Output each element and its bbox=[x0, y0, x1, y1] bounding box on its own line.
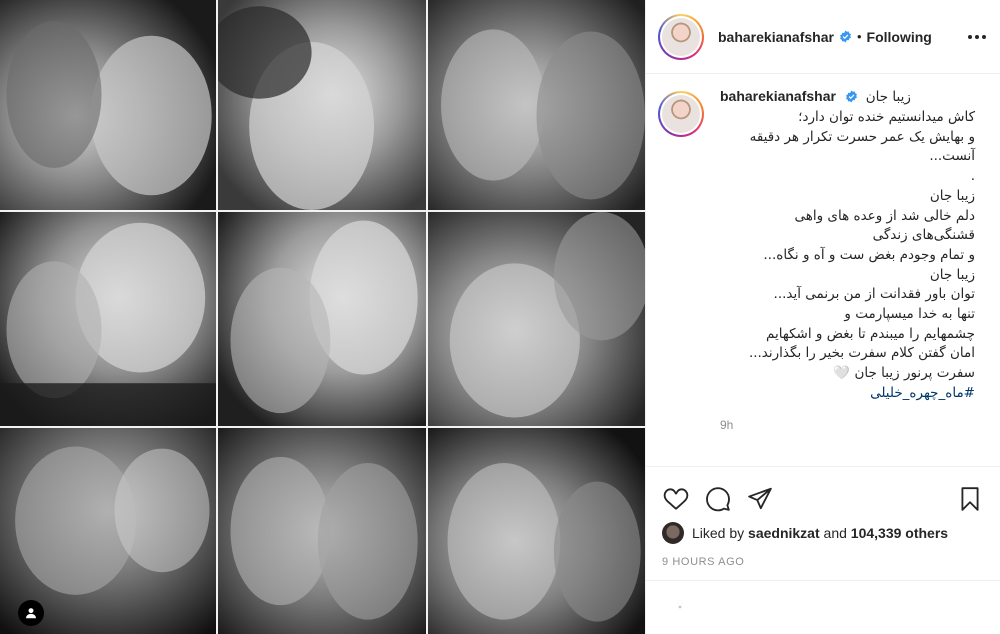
hashtag-link[interactable]: #ماه_چهره_خلیلی bbox=[720, 384, 975, 404]
separator-dot: • bbox=[856, 29, 862, 44]
caption-line: سفرت پرنور زیبا جان 🤍 bbox=[833, 365, 975, 382]
caption-line: زیبا جان bbox=[929, 187, 975, 204]
liker-avatar[interactable] bbox=[662, 522, 684, 544]
post-header: baharekianafshar • Following bbox=[646, 0, 1000, 74]
likes-summary: Liked by saednikzat and 104,339 others bbox=[662, 522, 986, 544]
username-link[interactable]: baharekianafshar bbox=[720, 88, 836, 104]
post-details-panel: baharekianafshar • Following baharekiana… bbox=[645, 0, 1000, 634]
caption-line: امان گفتن کلام سفرت بخیر را بگذارند... bbox=[748, 345, 975, 362]
collage-tile bbox=[218, 0, 428, 212]
caption-line: کاش میدانستیم خنده توان دارد؛ bbox=[798, 109, 975, 125]
share-button[interactable] bbox=[746, 485, 774, 513]
avatar[interactable] bbox=[658, 91, 704, 137]
like-button[interactable] bbox=[662, 485, 690, 513]
caption-first-line: زیبا جان bbox=[865, 89, 911, 105]
collage-tile bbox=[0, 0, 218, 212]
post-image[interactable] bbox=[0, 0, 645, 634]
caption-line: توان باور فقدانت از من برنمی آید... bbox=[773, 286, 975, 303]
add-comment-area[interactable] bbox=[646, 580, 1000, 634]
liked-by-label: Liked by bbox=[692, 525, 745, 541]
caption-text: کاش میدانستیم خنده توان دارد؛ و بهایش یک… bbox=[720, 108, 975, 404]
caption-line: آنست... bbox=[929, 148, 975, 165]
caption-line: تنها به خدا میسپارمت و bbox=[844, 306, 975, 323]
collage-tile bbox=[428, 428, 645, 634]
liked-by-user-link[interactable]: saednikzat bbox=[748, 525, 820, 541]
share-icon bbox=[748, 487, 772, 510]
more-options-icon[interactable] bbox=[968, 34, 986, 39]
caption-line: و بهایش یک عمر حسرت تکرار هر دقیقه bbox=[749, 128, 975, 145]
collage-tile bbox=[428, 212, 645, 428]
caption-line: دلم خالی شد از وعده های واهی bbox=[794, 207, 975, 224]
save-button[interactable] bbox=[956, 485, 984, 513]
caption-line: زیبا جان bbox=[929, 266, 975, 283]
user-tag-icon bbox=[26, 608, 36, 619]
caption-header: baharekianafshar زیبا جان bbox=[720, 87, 975, 106]
likes-count-link[interactable]: 104,339 others bbox=[851, 525, 948, 541]
caption-line: چشمهایم را میبندم تا بغض و اشکهایم bbox=[766, 325, 975, 342]
collage-tile bbox=[218, 212, 428, 428]
username-link[interactable]: baharekianafshar bbox=[718, 29, 834, 45]
liked-by-and: and bbox=[823, 525, 847, 541]
comment-button[interactable] bbox=[704, 485, 732, 513]
avatar[interactable] bbox=[658, 13, 704, 60]
user-tag-button[interactable] bbox=[18, 600, 44, 626]
caption-line: . bbox=[970, 168, 975, 185]
comment-icon bbox=[706, 487, 730, 512]
bookmark-icon bbox=[961, 487, 979, 511]
caption-line: قشنگی‌های زندگی bbox=[872, 227, 975, 244]
collage-tile bbox=[0, 212, 218, 428]
comment-cursor-dot bbox=[678, 605, 682, 609]
verified-badge-icon bbox=[845, 90, 858, 103]
collage-tile bbox=[428, 0, 645, 212]
verified-badge-icon bbox=[839, 30, 852, 43]
caption-line: و تمام وجودم بغض ست و آه و نگاه... bbox=[763, 246, 975, 263]
collage-tile bbox=[218, 428, 428, 634]
caption-timestamp[interactable]: 9h bbox=[720, 418, 975, 432]
heart-icon bbox=[663, 488, 689, 510]
caption-section: baharekianafshar زیبا جان کاش میدانستیم … bbox=[658, 87, 986, 457]
following-button[interactable]: Following bbox=[867, 29, 932, 45]
post-timestamp[interactable]: 9 HOURS AGO bbox=[662, 556, 744, 568]
